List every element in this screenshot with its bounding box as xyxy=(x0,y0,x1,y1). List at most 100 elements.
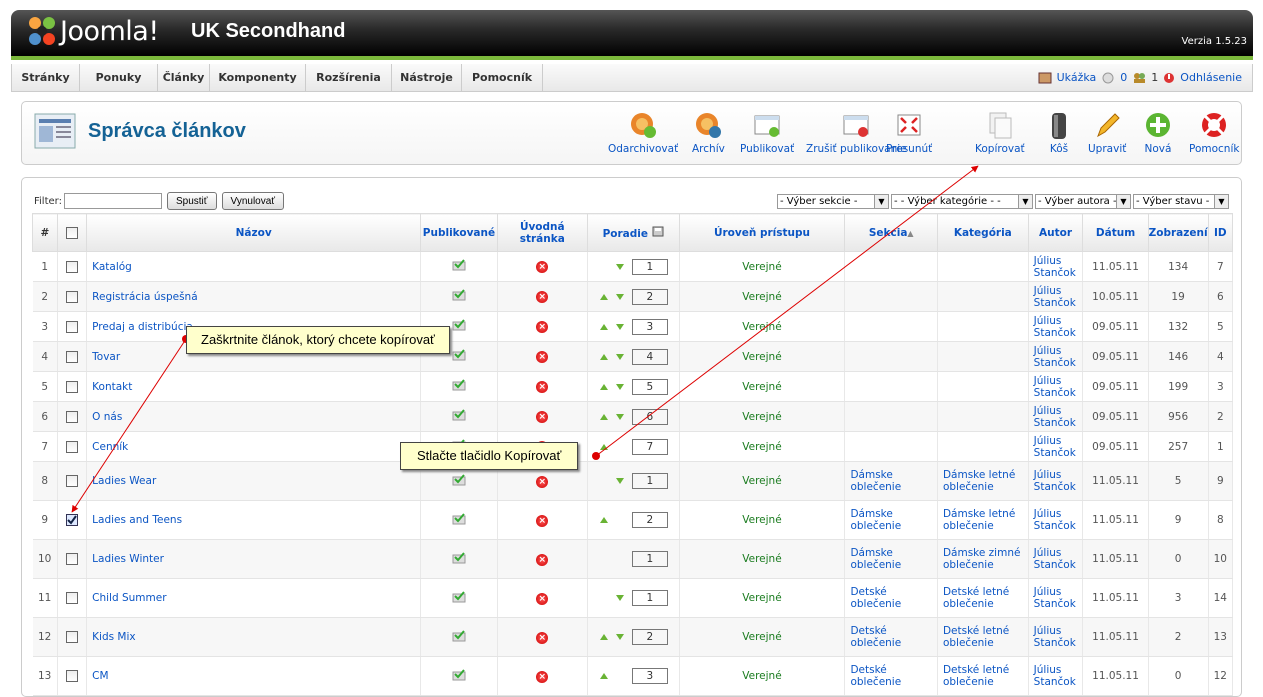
trash-button[interactable]: Kôš xyxy=(1044,110,1074,155)
col-order[interactable]: Poradie xyxy=(586,213,680,252)
category-link[interactable] xyxy=(937,341,1029,372)
author-link[interactable]: Július Stančok xyxy=(1028,539,1084,579)
order-input[interactable]: 2 xyxy=(631,629,668,645)
article-title-link[interactable]: Kontakt xyxy=(86,371,422,402)
access-level-link[interactable]: Verejné xyxy=(679,251,846,282)
edit-button[interactable]: Upraviť xyxy=(1088,110,1126,155)
menu-tools[interactable]: Nástroje xyxy=(392,64,462,91)
order-up-icon[interactable] xyxy=(599,383,608,390)
order-down-icon[interactable] xyxy=(615,634,624,640)
access-level-link[interactable]: Verejné xyxy=(679,311,846,342)
article-title-link[interactable]: Ladies Winter xyxy=(86,539,422,579)
order-up-icon[interactable] xyxy=(599,673,608,679)
row-checkbox[interactable] xyxy=(66,380,79,393)
section-link[interactable] xyxy=(844,371,938,402)
not-frontpage-icon[interactable]: × xyxy=(536,261,549,273)
order-input[interactable]: 4 xyxy=(631,348,668,365)
order-input[interactable]: 5 xyxy=(631,378,668,395)
order-down-icon[interactable] xyxy=(615,263,624,270)
preview-link[interactable]: Ukážka xyxy=(1057,71,1097,84)
filter-reset-button[interactable]: Vynulovať xyxy=(221,192,285,210)
order-input[interactable]: 7 xyxy=(631,438,668,455)
published-check-icon[interactable] xyxy=(452,512,466,525)
author-link[interactable]: Július Stančok xyxy=(1028,656,1084,696)
not-frontpage-icon[interactable]: × xyxy=(536,291,549,303)
col-date[interactable]: Dátum xyxy=(1082,213,1149,252)
section-link[interactable] xyxy=(844,311,938,342)
row-checkbox[interactable] xyxy=(66,320,79,333)
order-input[interactable]: 3 xyxy=(631,318,668,335)
access-level-link[interactable]: Verejné xyxy=(679,500,846,540)
section-select[interactable]: - Výber sekcie - ▼ xyxy=(777,194,889,209)
section-link[interactable]: Detské oblečenie xyxy=(844,617,938,657)
access-level-link[interactable]: Verejné xyxy=(679,341,846,372)
row-checkbox[interactable] xyxy=(66,290,79,303)
publish-button[interactable]: Publikovať xyxy=(740,110,794,155)
order-up-icon[interactable] xyxy=(599,353,608,360)
author-link[interactable]: Július Stančok xyxy=(1028,461,1084,501)
not-frontpage-icon[interactable]: × xyxy=(536,592,549,605)
order-down-icon[interactable] xyxy=(615,293,624,300)
messages-count[interactable]: 0 xyxy=(1120,71,1127,84)
category-link[interactable]: Dámske zimné oblečenie xyxy=(937,539,1029,579)
menu-sites[interactable]: Stránky xyxy=(12,64,80,91)
section-link[interactable] xyxy=(844,431,938,462)
published-check-icon[interactable] xyxy=(452,349,466,361)
published-check-icon[interactable] xyxy=(452,259,466,271)
row-checkbox[interactable] xyxy=(66,350,79,363)
menu-components[interactable]: Komponenty xyxy=(210,64,306,91)
section-link[interactable] xyxy=(844,341,938,372)
order-input[interactable]: 2 xyxy=(631,512,668,528)
author-link[interactable]: Július Stančok xyxy=(1028,311,1084,342)
article-title-link[interactable]: Cenník xyxy=(86,431,422,462)
order-down-icon[interactable] xyxy=(615,353,624,360)
category-link[interactable] xyxy=(937,251,1029,282)
order-up-icon[interactable] xyxy=(599,517,608,523)
access-level-link[interactable]: Verejné xyxy=(679,401,846,432)
article-title-link[interactable]: O nás xyxy=(86,401,422,432)
filter-input[interactable] xyxy=(63,193,162,209)
copy-button[interactable]: Kopírovať xyxy=(975,110,1025,155)
category-select[interactable]: - - Výber kategórie - - ▼ xyxy=(891,194,1033,209)
not-frontpage-icon[interactable]: × xyxy=(536,475,549,488)
article-title-link[interactable]: Katalóg xyxy=(86,251,422,282)
row-checkbox[interactable] xyxy=(66,410,79,423)
article-title-link[interactable]: Kids Mix xyxy=(86,617,422,657)
access-level-link[interactable]: Verejné xyxy=(679,371,846,402)
article-title-link[interactable]: CM xyxy=(86,656,422,696)
not-frontpage-icon[interactable]: × xyxy=(536,351,549,363)
category-link[interactable]: Detské letné oblečenie xyxy=(937,656,1029,696)
published-check-icon[interactable] xyxy=(452,319,466,331)
author-link[interactable]: Július Stančok xyxy=(1028,251,1084,282)
published-check-icon[interactable] xyxy=(452,289,466,301)
order-down-icon[interactable] xyxy=(615,478,624,484)
author-link[interactable]: Július Stančok xyxy=(1028,371,1084,402)
access-level-link[interactable]: Verejné xyxy=(679,281,846,312)
select-all-checkbox[interactable] xyxy=(66,226,79,239)
article-title-link[interactable]: Registrácia úspešná xyxy=(86,281,422,312)
row-checkbox[interactable] xyxy=(66,514,79,526)
menu-help[interactable]: Pomocník xyxy=(462,64,543,91)
order-down-icon[interactable] xyxy=(615,595,624,601)
article-title-link[interactable]: Child Summer xyxy=(86,578,422,618)
not-frontpage-icon[interactable]: × xyxy=(536,514,549,527)
published-check-icon[interactable] xyxy=(452,409,466,421)
article-title-link[interactable]: Ladies Wear xyxy=(86,461,422,501)
order-up-icon[interactable] xyxy=(599,443,608,450)
published-check-icon[interactable] xyxy=(452,629,466,642)
access-level-link[interactable]: Verejné xyxy=(679,656,846,696)
order-up-icon[interactable] xyxy=(599,323,608,330)
access-level-link[interactable]: Verejné xyxy=(679,617,846,657)
archive-button[interactable]: Archív xyxy=(692,110,725,155)
order-input[interactable]: 1 xyxy=(631,258,668,275)
category-link[interactable]: Detské letné oblečenie xyxy=(937,578,1029,618)
col-published[interactable]: Publikované xyxy=(420,213,498,252)
article-title-link[interactable]: Ladies and Teens xyxy=(86,500,422,540)
state-select[interactable]: - Výber stavu - ▼ xyxy=(1133,194,1229,209)
category-link[interactable] xyxy=(937,371,1029,402)
not-frontpage-icon[interactable]: × xyxy=(536,670,549,683)
unarchive-button[interactable]: Odarchivovať xyxy=(608,110,678,155)
row-checkbox[interactable] xyxy=(66,670,79,682)
access-level-link[interactable]: Verejné xyxy=(679,461,846,501)
published-check-icon[interactable] xyxy=(452,590,466,603)
